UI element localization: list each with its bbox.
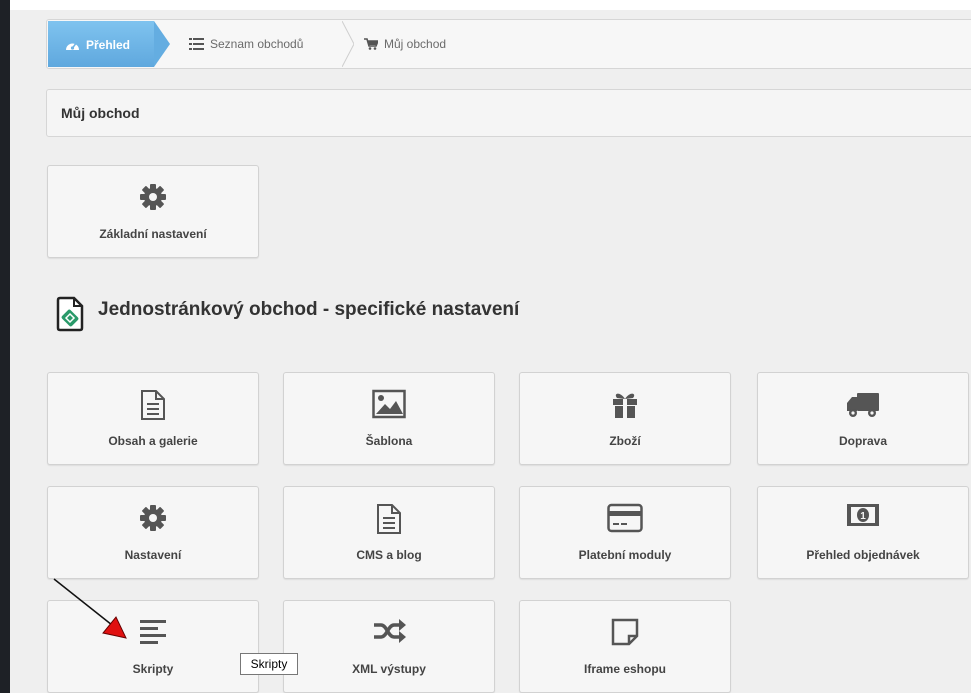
dashboard-icon [65, 39, 80, 52]
tile-nastaveni[interactable]: Nastavení [47, 486, 259, 579]
tile-platebni-moduly[interactable]: Platební moduly [519, 486, 731, 579]
tile-label: Základní nastavení [99, 227, 207, 241]
tile-label: Doprava [838, 434, 888, 448]
tooltip: Skripty [240, 653, 298, 675]
breadcrumb-item-seznam[interactable]: Seznam obchodů [189, 20, 303, 68]
tile-doprava[interactable]: Doprava [757, 372, 969, 465]
tile-label: XML výstupy [352, 662, 426, 676]
onepage-shop-icon [56, 296, 84, 337]
tile-zbozi[interactable]: Zboží [519, 372, 731, 465]
tile-label: Přehled objednávek [806, 548, 920, 562]
gear-icon [48, 503, 258, 537]
image-icon [284, 389, 494, 423]
credit-card-icon [520, 503, 730, 537]
panel-title: Můj obchod [61, 105, 140, 121]
breadcrumb-item-muj-obchod[interactable]: Můj obchod [364, 20, 446, 68]
gift-icon [520, 389, 730, 423]
section-title: Jednostránkový obchod - specifické nasta… [98, 299, 520, 320]
tile-label: Obsah a galerie [108, 434, 198, 448]
tile-iframe-eshopu[interactable]: Iframe eshopu [519, 600, 731, 693]
document-icon [284, 503, 494, 537]
breadcrumb-label: Přehled [86, 38, 131, 52]
tile-xml-vystupy[interactable]: XML výstupy [283, 600, 495, 693]
tile-label: CMS a blog [356, 548, 422, 562]
annotation-arrow [53, 578, 127, 639]
money-icon: 1 [758, 503, 968, 537]
main-content: Přehled Seznam obchodů Můj obchod Můj ob… [10, 0, 971, 693]
tile-zakladni-nastaveni[interactable]: Základní nastavení [47, 165, 259, 258]
list-icon [189, 38, 204, 50]
cart-icon [364, 38, 378, 50]
left-sidebar-strip [0, 0, 10, 693]
breadcrumb-label: Seznam obchodů [210, 37, 304, 51]
tile-label: Platební moduly [578, 548, 672, 562]
top-gap [10, 0, 971, 10]
svg-text:1: 1 [860, 511, 866, 522]
document-icon [48, 389, 258, 423]
tile-label: Zboží [609, 434, 641, 448]
tile-obsah-a-galerie[interactable]: Obsah a galerie [47, 372, 259, 465]
tile-label: Nastavení [124, 548, 182, 562]
truck-icon [758, 389, 968, 423]
breadcrumb-item-prehled[interactable]: Přehled [48, 21, 170, 67]
breadcrumb-label: Můj obchod [384, 37, 447, 51]
shuffle-icon [284, 617, 494, 651]
breadcrumb: Přehled Seznam obchodů Můj obchod [46, 19, 971, 69]
tile-label: Šablona [365, 434, 413, 448]
tile-prehled-objednavek[interactable]: 1 Přehled objednávek [757, 486, 969, 579]
breadcrumb-separator [342, 21, 354, 67]
panel-header: Můj obchod [46, 89, 971, 137]
tile-cms-a-blog[interactable]: CMS a blog [283, 486, 495, 579]
gear-icon [48, 182, 258, 216]
tile-label: Skripty [132, 662, 174, 676]
sticky-note-icon [520, 617, 730, 651]
tile-sablona[interactable]: Šablona [283, 372, 495, 465]
tile-label: Iframe eshopu [583, 662, 667, 676]
